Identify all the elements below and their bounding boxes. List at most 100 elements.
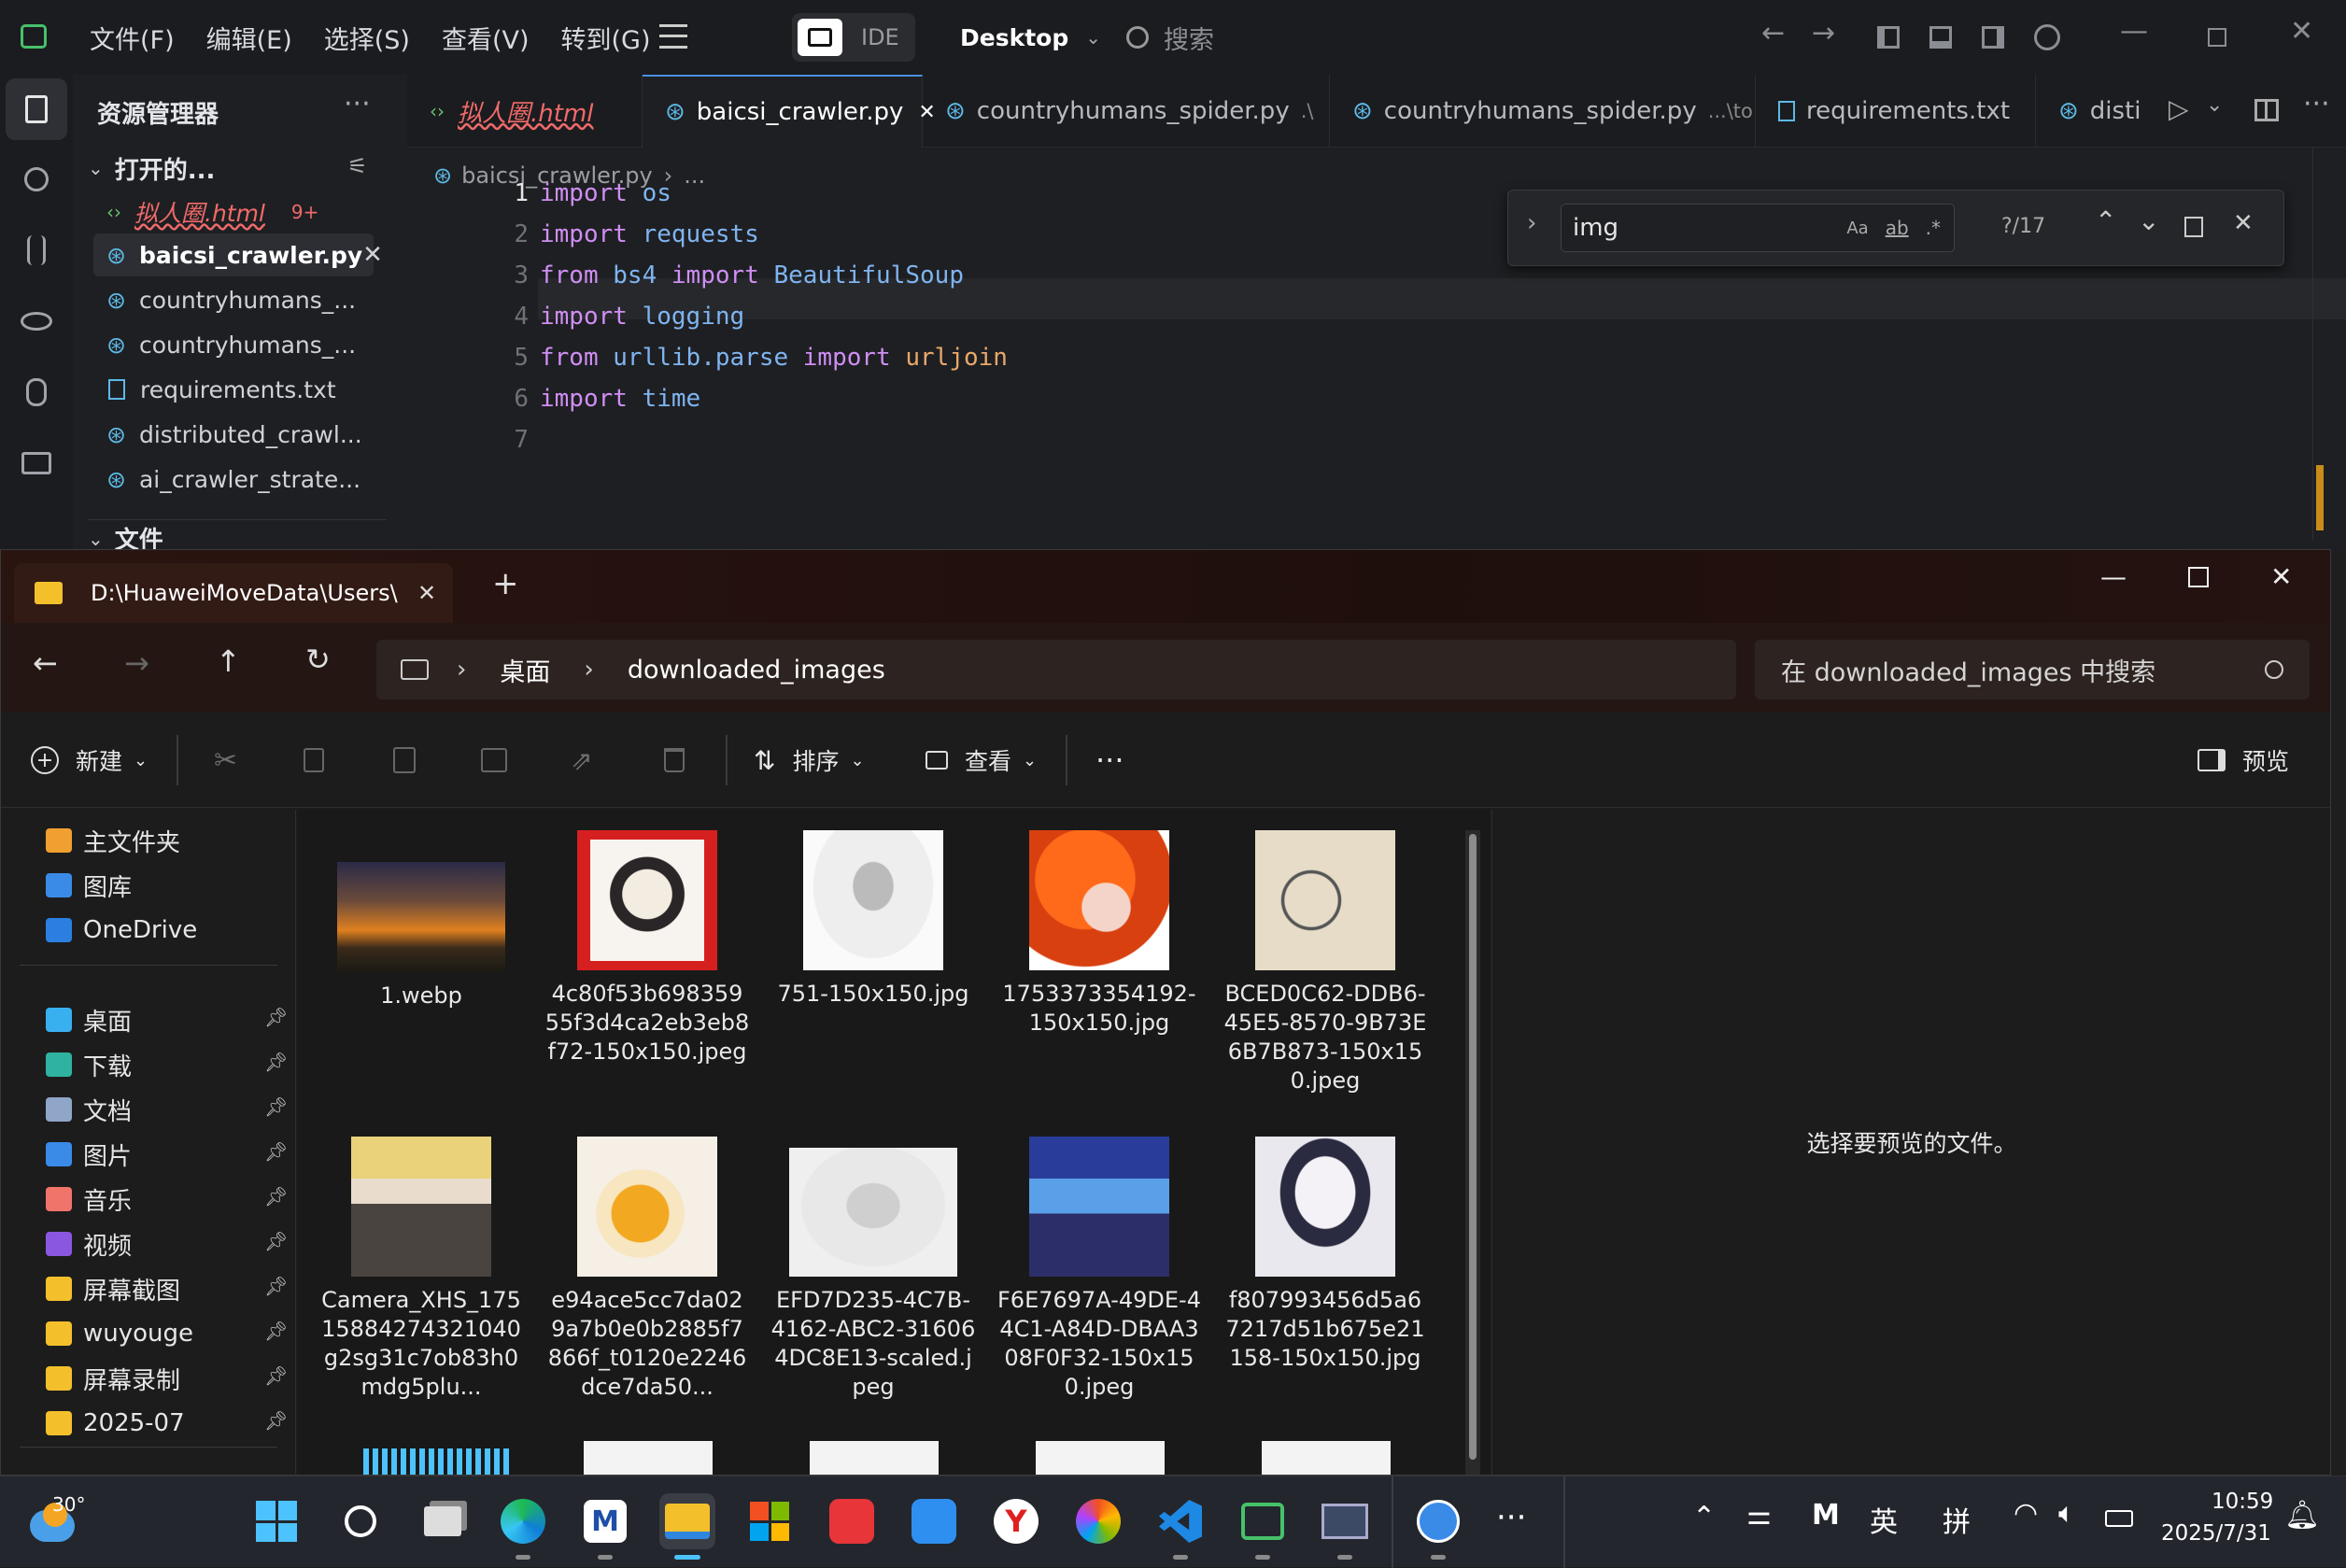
toggle-sidebar-icon[interactable] xyxy=(1877,26,1900,49)
file-item[interactable]: F6E7697A-49DE-44C1-A84D-DBAA308F0F32-150… xyxy=(996,1137,1202,1402)
file-item[interactable]: f807993456d5a67217d51b675e21158-150x150.… xyxy=(1222,1137,1428,1373)
toggle-panel-icon[interactable] xyxy=(1929,26,1952,49)
yandex-browser-icon[interactable]: Y xyxy=(988,1493,1044,1549)
pin-icon[interactable]: 📌︎ xyxy=(264,1364,288,1387)
open-editors-header[interactable]: ⌄ 打开的... xyxy=(88,148,215,189)
source-control-activity[interactable] xyxy=(0,215,73,286)
document-thumbnail[interactable] xyxy=(810,1441,939,1475)
open-editor-item[interactable]: ⊛ ai_crawler_strate... xyxy=(93,458,402,501)
menu-view[interactable]: 查看(V) xyxy=(442,20,530,56)
delete-icon[interactable] xyxy=(664,713,685,808)
monitor-app-icon[interactable] xyxy=(1317,1493,1373,1549)
explorer-tab[interactable]: D:\HuaweiMoveData\Users\86 ✕ xyxy=(14,563,453,623)
address-bar[interactable]: › 桌面 › downloaded_images xyxy=(376,640,1736,699)
preview-pane-button[interactable]: 预览 xyxy=(2198,713,2289,808)
vscode-icon[interactable] xyxy=(1152,1493,1208,1549)
nav-item[interactable]: 图片 xyxy=(46,1133,132,1176)
edge-icon[interactable] xyxy=(495,1493,551,1549)
mail-tray-icon[interactable]: M xyxy=(1812,1499,1840,1532)
more-actions-icon[interactable]: ··· xyxy=(2303,88,2330,120)
filter-icon[interactable]: ⚟ xyxy=(347,153,368,179)
file-item[interactable]: 1.webp xyxy=(318,830,524,1010)
search-activity[interactable] xyxy=(0,144,73,215)
close-find-icon[interactable]: ✕ xyxy=(2233,209,2254,237)
nav-item[interactable]: 视频 xyxy=(46,1222,132,1265)
explorer-activity[interactable] xyxy=(6,78,67,140)
menu-go[interactable]: 转到(G) xyxy=(561,20,651,56)
file-item[interactable]: EFD7D235-4C7B-4162-ABC2-316064DC8E13-sca… xyxy=(770,1137,976,1402)
run-icon[interactable]: ▷ xyxy=(2169,93,2189,124)
ide-app-icon[interactable] xyxy=(1235,1493,1291,1549)
breadcrumb-more[interactable]: ... xyxy=(684,162,705,189)
nav-item[interactable]: wuyouge xyxy=(46,1312,193,1355)
pin-icon[interactable]: 📌︎ xyxy=(264,1185,288,1208)
open-editor-item[interactable]: ‹› 拟人圈.html 9+ xyxy=(93,191,402,233)
hamburger-menu-icon[interactable] xyxy=(659,24,687,49)
close-icon[interactable]: ✕ xyxy=(2290,15,2313,48)
open-editor-item[interactable]: ⊛ countryhumans_... xyxy=(93,278,402,321)
file-item[interactable]: 4c80f53b69835955f3d4ca2eb3eb8f72-150x150… xyxy=(544,830,750,1067)
new-tab-icon[interactable]: + xyxy=(492,565,519,602)
view-button[interactable]: 查看 ⌄ xyxy=(926,713,1037,808)
match-case-icon[interactable]: Aa xyxy=(1846,219,1868,238)
debug-activity[interactable] xyxy=(0,357,73,428)
ime-mode[interactable]: 拼 xyxy=(1943,1499,1971,1540)
split-editor-icon[interactable] xyxy=(2254,99,2279,121)
pin-icon[interactable]: 📌︎ xyxy=(264,1230,288,1252)
tab-distributed[interactable]: ⊛ disti xyxy=(2036,75,2148,148)
weather-widget[interactable]: 30° xyxy=(26,1493,110,1551)
clock-time[interactable]: 10:59 xyxy=(2212,1490,2273,1514)
editor-scrollbar[interactable] xyxy=(2312,148,2340,540)
find-input[interactable]: img Aa ab .* xyxy=(1561,204,1955,252)
toggle-replace-icon[interactable]: › xyxy=(1527,209,1536,237)
new-button[interactable]: + 新建 ⌄ xyxy=(31,713,148,808)
nav-item[interactable]: 图库 xyxy=(46,864,132,907)
ime-language[interactable]: 英 xyxy=(1870,1499,1898,1540)
back-arrow-icon[interactable]: ← xyxy=(1761,17,1785,49)
maximize-icon[interactable] xyxy=(2188,567,2209,587)
workspace-selector[interactable]: Desktop ⌄ xyxy=(960,19,1101,56)
open-editor-item[interactable]: ⊛ countryhumans_... xyxy=(93,323,402,366)
chevron-down-icon[interactable]: ⌄ xyxy=(2206,93,2223,117)
restore-icon[interactable] xyxy=(2208,28,2226,47)
close-window-icon[interactable]: ✕ xyxy=(2270,561,2292,592)
pin-icon[interactable]: 📌︎ xyxy=(264,1140,288,1163)
close-editor-icon[interactable]: ✕ xyxy=(362,241,383,269)
command-search[interactable]: 搜索 xyxy=(1126,19,1214,56)
regex-icon[interactable]: .* xyxy=(1926,217,1941,239)
find-in-selection-icon[interactable] xyxy=(2184,217,2203,237)
nav-item[interactable]: 屏幕截图 xyxy=(46,1267,180,1310)
nav-item[interactable]: 下载 xyxy=(46,1043,132,1086)
nav-item[interactable]: 文档 xyxy=(46,1088,132,1131)
battery-icon[interactable] xyxy=(2105,1510,2133,1527)
file-item[interactable]: BCED0C62-DDB6-45E5-8570-9B73E6B7B873-150… xyxy=(1222,830,1428,1095)
huawei-app-icon[interactable] xyxy=(824,1493,880,1549)
notification-icon[interactable]: 🔔︎ xyxy=(2284,1499,2320,1532)
back-icon[interactable]: ← xyxy=(33,645,58,681)
nav-item[interactable]: 音乐 xyxy=(46,1178,132,1221)
minimize-icon[interactable]: — xyxy=(2100,561,2127,592)
path-segment-desktop[interactable]: 桌面 xyxy=(500,652,550,688)
nav-item[interactable]: OneDrive xyxy=(46,909,197,952)
file-item[interactable]: Camera_XHS_17515884274321040g2sg31c7ob83… xyxy=(318,1137,524,1402)
pin-icon[interactable]: 📌︎ xyxy=(264,1095,288,1118)
rename-icon[interactable] xyxy=(481,713,507,808)
previous-match-icon[interactable]: ⌃ xyxy=(2095,205,2116,236)
clock-date[interactable]: 2025/7/31 xyxy=(2161,1521,2271,1546)
forward-icon[interactable]: → xyxy=(124,645,149,681)
file-item[interactable]: 1753373354192-150x150.jpg xyxy=(996,830,1202,1038)
ai-app-icon[interactable] xyxy=(1070,1493,1126,1549)
search-icon[interactable] xyxy=(332,1493,389,1549)
pin-icon[interactable]: 📌︎ xyxy=(264,1051,288,1073)
document-thumbnail[interactable] xyxy=(1036,1441,1165,1475)
settings-tray-icon[interactable]: ⚌ xyxy=(1746,1499,1772,1532)
task-view-icon[interactable] xyxy=(415,1493,471,1549)
nav-item[interactable]: 2025-07 xyxy=(46,1402,185,1445)
refresh-icon[interactable]: ↻ xyxy=(305,642,331,677)
volume-icon[interactable]: 🔈︎ xyxy=(2058,1497,2075,1530)
nav-item[interactable]: 屏幕录制 xyxy=(46,1357,180,1400)
nav-item[interactable]: 主文件夹 xyxy=(46,819,180,862)
menu-file[interactable]: 文件(F) xyxy=(90,20,175,56)
next-match-icon[interactable]: ⌄ xyxy=(2138,205,2159,236)
copy-icon[interactable] xyxy=(304,713,324,808)
